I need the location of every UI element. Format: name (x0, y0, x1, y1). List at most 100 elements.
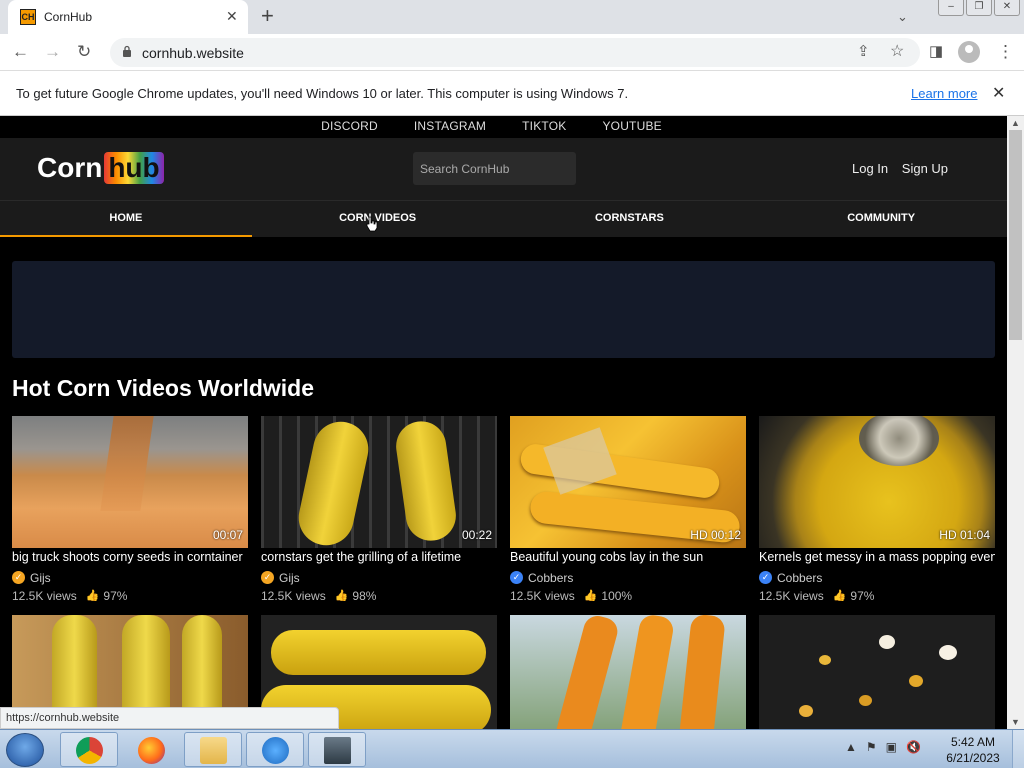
browser-tab[interactable]: CH CornHub ✕ (8, 0, 248, 34)
thumbs-up-icon: 👍 (832, 590, 847, 602)
uploader-name: Gijs (30, 570, 51, 585)
start-button-icon[interactable] (6, 733, 44, 767)
hand-cursor-icon (366, 216, 378, 232)
uploader-name: Cobbers (777, 570, 823, 585)
video-card[interactable] (510, 615, 746, 729)
restore-icon[interactable]: ❐ (966, 0, 992, 16)
view-count: 12.5K views (510, 588, 575, 603)
uploader-name: Cobbers (528, 570, 574, 585)
forward-arrow-icon[interactable]: → (44, 42, 61, 62)
thumbs-up-icon: 👍 (583, 590, 598, 602)
learn-more-link[interactable]: Learn more (911, 86, 977, 101)
video-thumbnail[interactable] (759, 615, 995, 729)
back-arrow-icon[interactable]: ← (12, 42, 29, 62)
video-card[interactable]: HD 01:04 Kernels get messy in a mass pop… (759, 416, 995, 604)
video-card[interactable]: 00:07 big truck shoots corny seeds in co… (12, 416, 248, 604)
signup-link[interactable]: Sign Up (902, 161, 948, 176)
share-icon[interactable]: ⇪ (857, 42, 870, 62)
video-duration: HD 01:04 (939, 528, 990, 542)
scrollbar-thumb[interactable] (1009, 130, 1022, 340)
new-tab-icon[interactable]: + (261, 4, 274, 28)
chrome-icon (76, 737, 103, 764)
video-thumbnail[interactable]: 00:07 (12, 416, 248, 548)
folder-icon (200, 737, 227, 764)
uploader[interactable]: ✓ Cobbers (759, 569, 995, 586)
close-window-icon[interactable]: ✕ (994, 0, 1020, 16)
social-link-discord[interactable]: DISCORD (321, 119, 378, 138)
nav-cornstars[interactable]: CORNSTARS (504, 201, 756, 237)
bookmark-star-icon[interactable]: ☆ (890, 42, 904, 62)
uploader[interactable]: ✓ Gijs (12, 569, 248, 586)
video-thumbnail[interactable]: HD 01:04 (759, 416, 995, 548)
tray-expand-icon[interactable]: ▲ (845, 740, 857, 754)
volume-muted-icon[interactable]: 🔇 (906, 740, 921, 754)
browser-toolbar: ← → ↻ cornhub.website ⇪ ☆ ◨ ⋮ (0, 34, 1024, 71)
profile-avatar-icon[interactable] (958, 41, 980, 63)
scroll-up-icon[interactable]: ▲ (1011, 118, 1020, 128)
social-link-tiktok[interactable]: TIKTOK (522, 119, 566, 138)
video-duration: 00:07 (212, 528, 243, 542)
login-link[interactable]: Log In (852, 161, 888, 176)
site-logo[interactable]: Corn hub (37, 148, 164, 188)
people-app-icon (262, 737, 289, 764)
uploader[interactable]: ✓ Cobbers (510, 569, 746, 586)
search-input[interactable] (413, 152, 576, 185)
verified-badge-icon: ✓ (12, 571, 25, 584)
address-bar[interactable]: cornhub.website (110, 38, 920, 67)
minimize-icon[interactable]: – (938, 0, 964, 16)
windows-taskbar: ▲ ⚑ ▣ 🔇 5:42 AM 6/21/2023 (0, 729, 1024, 768)
social-link-instagram[interactable]: INSTAGRAM (414, 119, 486, 138)
clock[interactable]: 5:42 AM 6/21/2023 (944, 734, 1002, 766)
taskbar-app[interactable] (246, 732, 304, 767)
taskbar-explorer[interactable] (184, 732, 242, 767)
taskbar-chrome[interactable] (60, 732, 118, 767)
clock-date: 6/21/2023 (946, 751, 1000, 765)
social-link-youtube[interactable]: YOUTUBE (602, 119, 661, 138)
nav-community[interactable]: COMMUNITY (755, 201, 1007, 237)
nav-home[interactable]: HOME (0, 201, 252, 237)
video-card[interactable] (759, 615, 995, 729)
video-title[interactable]: Kernels get messy in a mass popping even… (759, 550, 995, 567)
video-card[interactable]: HD 00:12 Beautiful young cobs lay in the… (510, 416, 746, 604)
site-header: Corn hub Log In Sign Up (0, 138, 1007, 200)
tab-search-chevron-icon[interactable]: ⌄ (897, 9, 908, 25)
monitor-icon (324, 737, 351, 764)
social-links: DISCORD INSTAGRAM TIKTOK YOUTUBE (0, 116, 1007, 138)
update-infobar: To get future Google Chrome updates, you… (0, 71, 1024, 116)
scroll-down-icon[interactable]: ▼ (1011, 717, 1020, 727)
verified-badge-icon: ✓ (510, 571, 523, 584)
page-scrollbar[interactable]: ▲ ▼ (1007, 116, 1024, 729)
video-title[interactable]: big truck shoots corny seeds in corntain… (12, 550, 248, 567)
video-title[interactable]: Beautiful young cobs lay in the sun (510, 550, 746, 567)
system-tray: ▲ ⚑ ▣ 🔇 (845, 740, 921, 754)
view-count: 12.5K views (12, 588, 77, 603)
uploader[interactable]: ✓ Gijs (261, 569, 497, 586)
ad-banner[interactable] (12, 261, 995, 358)
show-desktop-button[interactable] (1012, 730, 1024, 768)
link-status-bubble: https://cornhub.website (0, 707, 339, 729)
video-stats: 12.5K views 👍 97% (759, 587, 995, 604)
reload-icon[interactable]: ↻ (77, 42, 91, 62)
thumbs-up-icon: 👍 (85, 590, 100, 602)
video-thumbnail[interactable] (510, 615, 746, 729)
infobar-close-icon[interactable]: ✕ (992, 83, 1005, 103)
action-center-flag-icon[interactable]: ⚑ (866, 740, 877, 754)
video-duration: HD 00:12 (690, 528, 741, 542)
video-duration: 00:22 (461, 528, 492, 542)
video-title[interactable]: cornstars get the grilling of a lifetime (261, 550, 497, 567)
network-icon[interactable]: ▣ (886, 740, 897, 754)
thumbs-up-icon: 👍 (334, 590, 349, 602)
auth-links: Log In Sign Up (852, 161, 958, 176)
taskbar-firefox[interactable] (122, 732, 180, 767)
close-tab-icon[interactable]: ✕ (226, 8, 238, 24)
uploader-name: Gijs (279, 570, 300, 585)
side-panel-icon[interactable]: ◨ (929, 42, 943, 62)
menu-dots-icon[interactable]: ⋮ (997, 42, 1014, 62)
rating: 97% (850, 588, 875, 603)
video-thumbnail[interactable]: HD 00:12 (510, 416, 746, 548)
video-stats: 12.5K views 👍 97% (12, 587, 248, 604)
video-card[interactable]: 00:22 cornstars get the grilling of a li… (261, 416, 497, 604)
video-thumbnail[interactable]: 00:22 (261, 416, 497, 548)
rating: 97% (103, 588, 128, 603)
taskbar-task-manager[interactable] (308, 732, 366, 767)
